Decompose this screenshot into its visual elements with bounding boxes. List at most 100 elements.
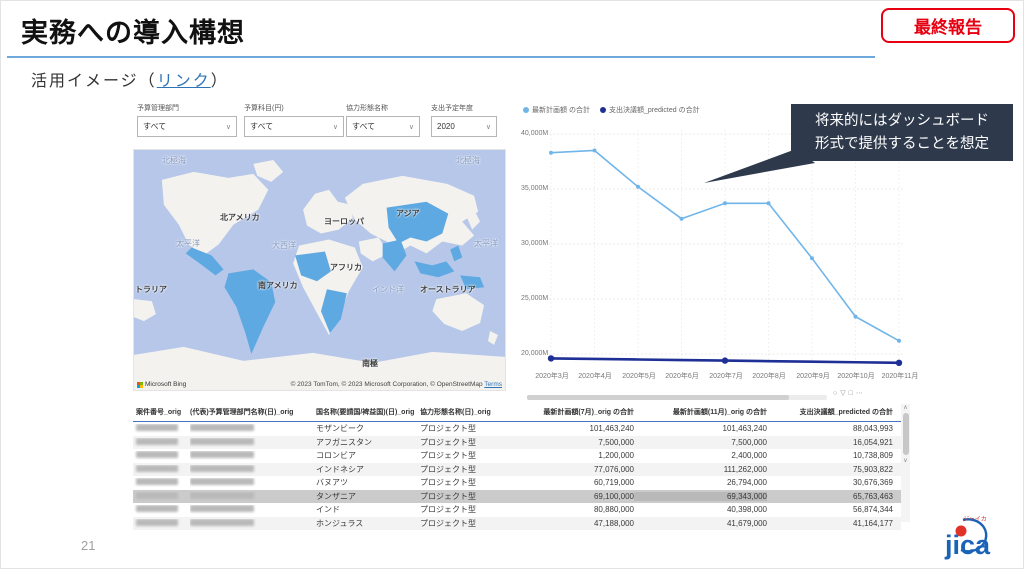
- table-row[interactable]: インドプロジェクト型 80,880,00040,398,00056,874,34…: [133, 503, 901, 517]
- table-vertical-scrollbar[interactable]: ∧ ∨: [901, 404, 910, 522]
- filter-icon[interactable]: ▽: [840, 390, 848, 397]
- column-header[interactable]: (代表)予算管理部門名称(日)_orig: [190, 407, 316, 417]
- filter-label: 支出予定年度: [431, 103, 497, 113]
- country-cell: モザンビーク: [316, 423, 420, 434]
- table-visual: 案件番号_orig (代表)予算管理部門名称(日)_orig 国名称(要請国/裨…: [133, 404, 901, 530]
- nov-amount-cell: 40,398,000: [634, 505, 767, 514]
- column-header[interactable]: 協力形態名称(日)_orig: [420, 407, 516, 417]
- data-point: [680, 217, 684, 221]
- jica-logo: ジャイカ jica: [937, 510, 1011, 562]
- chart-horizontal-scrollbar[interactable]: [527, 395, 827, 400]
- column-header[interactable]: 案件番号_orig: [133, 407, 190, 417]
- predicted-amount-cell: 16,054,921: [767, 438, 895, 447]
- nov-amount-cell: 26,794,000: [634, 478, 767, 487]
- x-tick: 2020年9月: [790, 371, 836, 381]
- slide: 実務への導入構想 最終報告 活用イメージ（リンク） 予算管理部門 すべて ∨ 予…: [0, 0, 1024, 569]
- x-tick: 2020年5月: [616, 371, 662, 381]
- column-header[interactable]: 支出決議額_predicted の合計: [767, 407, 895, 417]
- chevron-down-icon: ∨: [486, 123, 491, 131]
- focus-mode-icon[interactable]: □: [849, 390, 856, 397]
- subtitle: 活用イメージ（リンク）: [31, 67, 229, 91]
- jul-amount-cell: 101,463,240: [516, 424, 634, 433]
- chevron-down-icon: ∨: [333, 123, 338, 131]
- type-cell: プロジェクト型: [420, 464, 516, 475]
- table-row[interactable]: モザンビークプロジェクト型 101,463,240101,463,24088,0…: [133, 422, 901, 436]
- callout-line2: 形式で提供することを想定: [815, 133, 989, 155]
- redacted-cell: [190, 492, 254, 499]
- redacted-cell: [136, 451, 178, 458]
- filter-dropdown[interactable]: 2020 ∨: [431, 116, 497, 137]
- data-point: [636, 185, 640, 189]
- link[interactable]: リンク: [157, 73, 211, 90]
- redacted-cell: [136, 478, 178, 485]
- data-point: [897, 339, 901, 343]
- table-row[interactable]: インドネシアプロジェクト型 77,076,000111,262,00075,90…: [133, 463, 901, 477]
- column-header[interactable]: 国名称(要請国/裨益国)(日)_orig: [316, 407, 420, 417]
- data-point: [549, 151, 553, 155]
- terms-link[interactable]: Terms: [484, 381, 502, 388]
- filter-dropdown[interactable]: すべて ∨: [346, 116, 420, 137]
- chevron-down-icon: ∨: [409, 123, 414, 131]
- jul-amount-cell: 7,500,000: [516, 438, 634, 447]
- map-label: 北極海: [162, 155, 186, 166]
- country-cell: タンザニア: [316, 491, 420, 502]
- data-point: [723, 201, 727, 205]
- redacted-cell: [136, 505, 178, 512]
- subtitle-prefix: 活用イメージ（: [31, 73, 157, 90]
- x-tick: 2020年4月: [572, 371, 618, 381]
- filter-value: すべて: [143, 121, 166, 132]
- table-row[interactable]: バヌアツプロジェクト型 60,719,00026,794,00030,676,3…: [133, 476, 901, 490]
- table-row[interactable]: アフガニスタンプロジェクト型 7,500,0007,500,00016,054,…: [133, 436, 901, 450]
- scrollbar-thumb[interactable]: [903, 413, 909, 455]
- redacted-cell: [190, 478, 254, 485]
- map-label: 太平洋: [176, 238, 200, 249]
- filter-budget-item: 予算科目(円) すべて ∨: [244, 103, 344, 137]
- predicted-amount-cell: 88,043,993: [767, 424, 895, 433]
- country-cell: アフガニスタン: [316, 437, 420, 448]
- scrollbar-thumb[interactable]: [527, 395, 789, 400]
- table-row[interactable]: コロンビアプロジェクト型 1,200,0002,400,00010,738,80…: [133, 449, 901, 463]
- map-label: インド洋: [372, 284, 404, 295]
- type-cell: プロジェクト型: [420, 437, 516, 448]
- scroll-up-icon[interactable]: ∧: [903, 405, 907, 411]
- x-tick: 2020年10月: [833, 371, 879, 381]
- filter-budget-dept: 予算管理部門 すべて ∨: [137, 103, 237, 137]
- redacted-cell: [136, 438, 178, 445]
- nov-amount-cell: 41,679,000: [634, 519, 767, 528]
- jul-amount-cell: 1,200,000: [516, 451, 634, 460]
- jul-amount-cell: 80,880,000: [516, 505, 634, 514]
- filter-dropdown[interactable]: すべて ∨: [137, 116, 237, 137]
- column-header[interactable]: 最新計画額(11月)_orig の合計: [634, 407, 767, 417]
- more-options-icon[interactable]: ⋯: [856, 390, 866, 397]
- nov-amount-cell: 101,463,240: [634, 424, 767, 433]
- subtitle-suffix: ）: [211, 73, 229, 90]
- type-cell: プロジェクト型: [420, 518, 516, 529]
- predicted-amount-cell: 30,676,369: [767, 478, 895, 487]
- x-tick: 2020年8月: [746, 371, 792, 381]
- jica-furigana: ジャイカ: [963, 516, 987, 523]
- filter-fiscal-year: 支出予定年度 2020 ∨: [431, 103, 497, 137]
- filter-value: すべて: [250, 121, 273, 132]
- redacted-cell: [136, 465, 178, 472]
- filter-cooperation-type: 協力形態名称 すべて ∨: [346, 103, 420, 137]
- microsoft-logo-icon: [137, 382, 143, 388]
- jul-amount-cell: 47,188,000: [516, 519, 634, 528]
- filter-value: すべて: [352, 121, 375, 132]
- table-header-row: 案件番号_orig (代表)予算管理部門名称(日)_orig 国名称(要請国/裨…: [133, 404, 901, 422]
- data-point: [722, 357, 728, 363]
- nov-amount-cell: 69,343,000: [634, 492, 767, 501]
- scroll-down-icon[interactable]: ∨: [903, 458, 907, 464]
- table-row-selected[interactable]: タンザニアプロジェクト型 69,100,00069,343,00065,763,…: [133, 490, 901, 504]
- country-cell: バヌアツ: [316, 477, 420, 488]
- column-header[interactable]: 最新計画額(7月)_orig の合計: [516, 407, 634, 417]
- map-label: 北極海: [456, 155, 480, 166]
- page-number: 21: [81, 538, 95, 553]
- filter-dropdown[interactable]: すべて ∨: [244, 116, 344, 137]
- world-map-visual[interactable]: 北極海 北極海 北アメリカ ヨーロッパ アジア 太平洋 大西洋 太平洋 アフリカ…: [133, 149, 506, 391]
- map-label: 大西洋: [272, 240, 296, 251]
- type-cell: プロジェクト型: [420, 450, 516, 461]
- map-label: ヨーロッパ: [324, 216, 364, 227]
- type-cell: プロジェクト型: [420, 477, 516, 488]
- table-row[interactable]: ホンジュラスプロジェクト型 47,188,00041,679,00041,164…: [133, 517, 901, 531]
- data-point: [593, 149, 597, 153]
